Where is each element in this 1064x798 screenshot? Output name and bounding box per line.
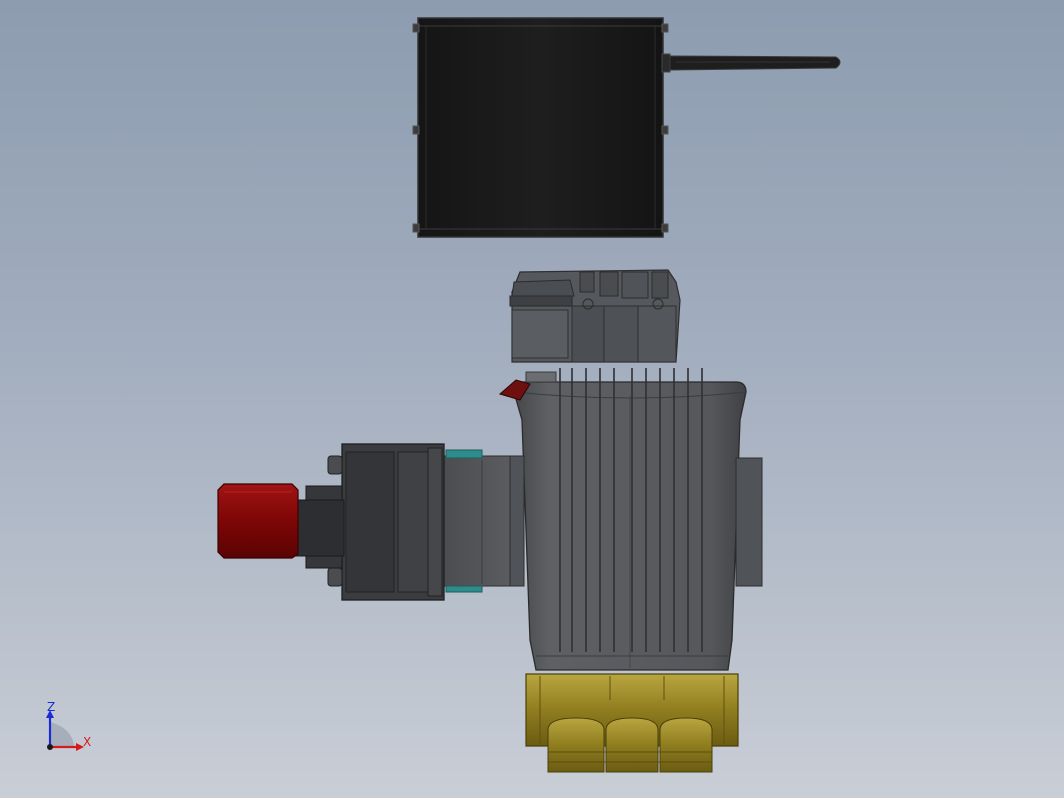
z-axis-label: Z [47,700,55,714]
triad-plane-shading [50,722,74,746]
controller-box[interactable] [412,17,669,238]
triad-origin [47,744,53,750]
coordinate-triad: Z X [46,700,91,751]
coupling-housing [439,449,525,593]
red-end-cap[interactable] [217,483,299,559]
cad-model-view[interactable]: Z X [0,0,1064,798]
antenna [661,53,841,73]
cad-viewport[interactable]: Z X [0,0,1064,798]
x-axis-label: X [83,735,91,749]
manifold-ports [547,717,713,773]
motor-body[interactable] [513,381,763,671]
gearbox-block [341,443,445,601]
input-shaft [291,485,345,569]
motor-top-cover [509,269,681,363]
